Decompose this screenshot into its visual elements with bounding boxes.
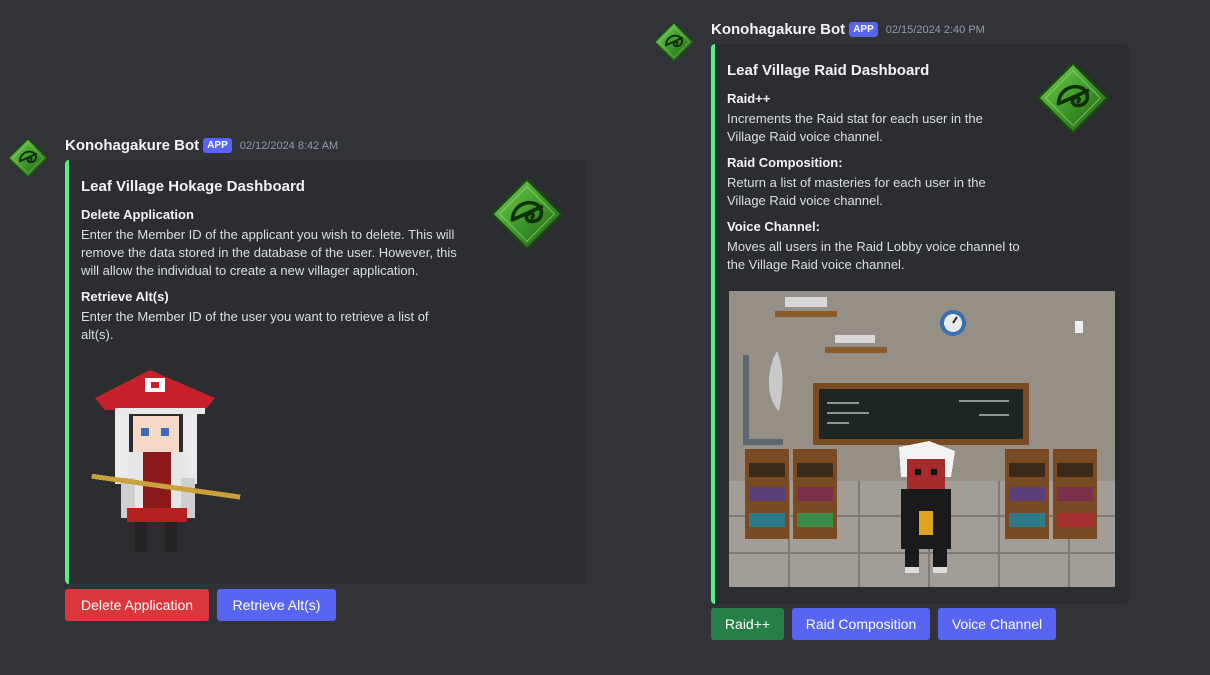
timestamp: 02/12/2024 8:42 AM (239, 139, 339, 152)
leaf-emblem-thumbnail-icon (1037, 62, 1109, 134)
field-value: Enter the Member ID of the user you want… (81, 309, 429, 342)
delete-application-button[interactable]: Delete Application (65, 589, 209, 621)
app-badge: APP (203, 138, 232, 153)
field-value: Enter the Member ID of the applicant you… (81, 227, 457, 278)
raid-increment-button[interactable]: Raid++ (711, 608, 784, 640)
field-name: Raid++ (727, 91, 771, 106)
field-name: Retrieve Alt(s) (81, 289, 169, 304)
field-value: Return a list of masteries for each user… (727, 175, 986, 208)
field-value: Increments the Raid stat for each user i… (727, 111, 983, 144)
message-header: Konohagakure Bot APP 02/12/2024 8:42 AM (65, 137, 338, 154)
app-badge: APP (849, 22, 878, 37)
message-header: Konohagakure Bot APP 02/15/2024 2:40 PM (711, 21, 985, 38)
field-name: Raid Composition: (727, 155, 843, 170)
timestamp: 02/15/2024 2:40 PM (885, 23, 985, 36)
field-value: Moves all users in the Raid Lobby voice … (727, 239, 1020, 272)
raid-dashboard-embed: Leaf Village Raid Dashboard Raid++ Incre… (711, 44, 1129, 604)
voice-channel-button[interactable]: Voice Channel (938, 608, 1056, 640)
embed-title: Leaf Village Raid Dashboard (727, 62, 930, 79)
leaf-emblem-thumbnail-icon (491, 178, 563, 250)
raid-composition-button[interactable]: Raid Composition (792, 608, 930, 640)
field-name: Delete Application (81, 207, 194, 222)
hokage-dashboard-embed: Leaf Village Hokage Dashboard Delete App… (65, 160, 585, 584)
bot-avatar-icon[interactable] (654, 22, 694, 62)
embed-title: Leaf Village Hokage Dashboard (81, 178, 305, 195)
bot-avatar-icon[interactable] (8, 138, 48, 178)
raid-room-scene-image[interactable] (729, 291, 1115, 587)
author-name[interactable]: Konohagakure Bot (65, 137, 199, 154)
retrieve-alts-button[interactable]: Retrieve Alt(s) (217, 589, 336, 621)
author-name[interactable]: Konohagakure Bot (711, 21, 845, 38)
hokage-character-image[interactable] (85, 368, 255, 560)
field-name: Voice Channel: (727, 219, 820, 234)
